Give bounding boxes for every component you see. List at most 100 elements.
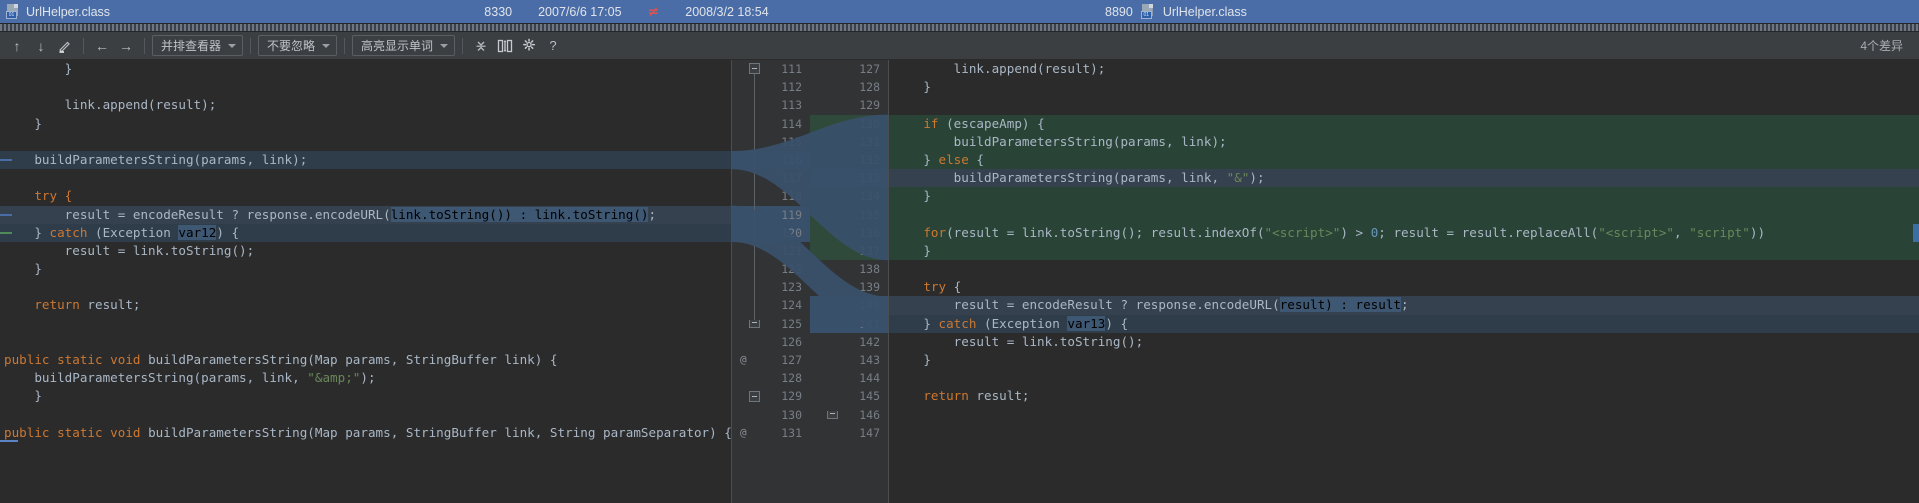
line-number-row[interactable]: 129 <box>810 96 888 115</box>
line-number-row[interactable]: 142 <box>810 332 888 351</box>
line-number-row[interactable]: 131 @ <box>732 423 810 442</box>
previous-difference-button[interactable]: ↑ <box>6 35 28 56</box>
line-number-row[interactable]: 129 <box>732 387 810 406</box>
line-number-row[interactable]: 117 <box>732 169 810 188</box>
code-line[interactable]: if (escapeAmp) { <box>889 114 1919 133</box>
line-number-row[interactable]: 138 <box>810 260 888 279</box>
fold-toggle-icon[interactable] <box>749 63 760 74</box>
code-line[interactable]: link.append(result); <box>889 60 1919 79</box>
ignore-mode-dropdown[interactable]: 不要忽略 <box>258 35 338 56</box>
fold-toggle-icon[interactable] <box>749 319 760 328</box>
line-number-row[interactable]: 145 <box>810 387 888 406</box>
code-line[interactable]: public static void buildParametersString… <box>0 351 731 370</box>
code-line[interactable]: result = link.toString(); <box>0 241 731 261</box>
code-line[interactable] <box>0 78 731 97</box>
apply-to-left-button[interactable]: ← <box>91 35 113 56</box>
code-line[interactable]: } <box>0 387 731 406</box>
line-number-row[interactable]: 141 <box>810 314 888 333</box>
code-line[interactable]: } catch (Exception var13) { <box>889 314 1919 333</box>
code-line[interactable] <box>0 332 731 351</box>
code-line[interactable]: buildParametersString(params, link, "&")… <box>889 169 1919 188</box>
code-line[interactable] <box>889 405 1919 424</box>
line-number-row[interactable]: 120 <box>732 223 810 242</box>
line-number-row[interactable]: 127 @ <box>732 351 810 370</box>
line-number-row[interactable]: 143 <box>810 351 888 370</box>
line-number-row[interactable]: 140 <box>810 296 888 315</box>
code-line[interactable]: result = encodeResult ? response.encodeU… <box>0 205 731 224</box>
settings-button[interactable] <box>518 35 540 56</box>
right-line-number-gutter[interactable]: 127 128 129 130 131 132 133 134 135 136 137 138 139 1… <box>810 60 888 503</box>
edit-source-button[interactable] <box>54 35 76 56</box>
line-number-row[interactable]: 122 <box>732 260 810 279</box>
line-number-row[interactable]: 119 <box>732 205 810 224</box>
code-line[interactable]: } <box>889 187 1919 206</box>
code-line[interactable]: return result; <box>889 387 1919 406</box>
line-number-row[interactable]: 113 <box>732 96 810 115</box>
code-line[interactable]: result = link.toString(); <box>889 332 1919 351</box>
line-number-row[interactable]: 132 <box>810 150 888 170</box>
line-number-row[interactable]: 115 <box>732 132 810 151</box>
line-number-row[interactable]: 131 <box>810 132 888 151</box>
code-line[interactable] <box>889 260 1919 279</box>
code-line[interactable] <box>889 423 1919 442</box>
code-line[interactable]: } <box>889 241 1919 261</box>
code-line[interactable]: try { <box>889 278 1919 297</box>
line-number-row[interactable]: 128 <box>810 78 888 97</box>
line-number-row[interactable]: 136 <box>810 223 888 242</box>
line-number-row[interactable]: 130 <box>810 114 888 133</box>
sync-scroll-button[interactable] <box>494 35 516 56</box>
line-number-row[interactable]: 137 <box>810 241 888 261</box>
line-number-row[interactable]: 139 <box>810 278 888 297</box>
line-number-row[interactable]: 147 <box>810 423 888 442</box>
line-number-row[interactable]: 124 <box>732 296 810 315</box>
line-number-row[interactable]: 128 <box>732 369 810 388</box>
left-code-pane[interactable]: } link.append(result); } buildParameters… <box>0 60 731 503</box>
line-number-row[interactable]: 116 <box>732 150 810 170</box>
line-number-row[interactable]: 130 <box>732 405 810 424</box>
line-number-row[interactable]: 123 <box>732 278 810 297</box>
line-number-row[interactable]: 111 <box>732 60 810 79</box>
line-number-row[interactable]: 133 <box>810 169 888 188</box>
code-line[interactable]: } <box>0 114 731 133</box>
highlight-mode-dropdown[interactable]: 高亮显示单词 <box>352 35 456 56</box>
line-number-row[interactable]: 144 <box>810 369 888 388</box>
code-line[interactable]: try { <box>0 187 731 206</box>
code-line[interactable]: buildParametersString(params, link); <box>0 150 731 170</box>
code-line[interactable] <box>889 369 1919 388</box>
code-line[interactable]: } <box>0 260 731 279</box>
code-line[interactable] <box>889 96 1919 115</box>
left-line-number-gutter[interactable]: 111 112 113 114 115 116 117 118 119 120 121 122 123 1… <box>732 60 810 503</box>
code-line[interactable] <box>0 132 731 151</box>
code-line[interactable]: public static void buildParametersString… <box>0 423 731 442</box>
fold-toggle-icon[interactable] <box>749 390 760 402</box>
line-number-row[interactable]: 134 <box>810 187 888 206</box>
code-line[interactable]: result = encodeResult ? response.encodeU… <box>889 296 1919 315</box>
code-line[interactable] <box>0 169 731 188</box>
code-line[interactable]: buildParametersString(params, link); <box>889 132 1919 151</box>
line-number-row[interactable]: 118 <box>732 187 810 206</box>
code-line[interactable]: } <box>889 78 1919 97</box>
code-line[interactable]: return result; <box>0 296 731 315</box>
code-line[interactable]: buildParametersString(params, link, "&am… <box>0 369 731 388</box>
viewer-mode-dropdown[interactable]: 并排查看器 <box>152 35 244 56</box>
code-line[interactable] <box>0 405 731 424</box>
line-number-row[interactable]: 127 <box>810 60 888 79</box>
code-line[interactable] <box>0 314 731 333</box>
code-line[interactable] <box>0 278 731 297</box>
right-code-pane[interactable]: link.append(result); } if (escapeAmp) { … <box>889 60 1919 503</box>
code-line[interactable]: } catch (Exception var12) { <box>0 223 731 242</box>
right-code-text[interactable]: link.append(result); } if (escapeAmp) { … <box>889 60 1919 503</box>
fold-toggle-icon[interactable] <box>827 410 838 419</box>
code-line[interactable]: link.append(result); <box>0 96 731 115</box>
line-number-row[interactable]: 126 <box>732 332 810 351</box>
left-code-text[interactable]: } link.append(result); } buildParameters… <box>0 60 731 503</box>
line-number-row[interactable]: 146 <box>810 405 888 424</box>
code-line[interactable] <box>889 205 1919 224</box>
collapse-unchanged-button[interactable] <box>470 35 492 56</box>
line-number-row[interactable]: 135 <box>810 205 888 224</box>
apply-to-right-button[interactable]: → <box>115 35 137 56</box>
code-line[interactable]: } else { <box>889 150 1919 170</box>
line-number-row[interactable]: 112 <box>732 78 810 97</box>
code-line[interactable]: } <box>0 60 731 79</box>
line-number-row[interactable]: 121 <box>732 241 810 261</box>
